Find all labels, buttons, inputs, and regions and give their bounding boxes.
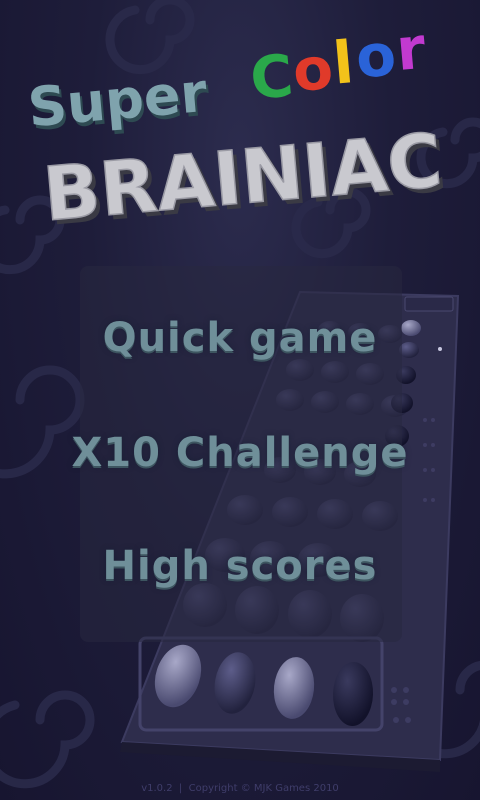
footer-separator: | <box>178 783 183 794</box>
high-scores-button[interactable]: High scores <box>0 543 480 589</box>
copyright-label: Copyright © MJK Games 2010 <box>188 783 339 794</box>
quick-game-button[interactable]: Quick game <box>0 315 480 361</box>
footer: v1.0.2 | Copyright © MJK Games 2010 <box>0 783 480 794</box>
x10-challenge-button[interactable]: X10 Challenge <box>0 430 480 476</box>
version-label: v1.0.2 <box>141 783 173 794</box>
